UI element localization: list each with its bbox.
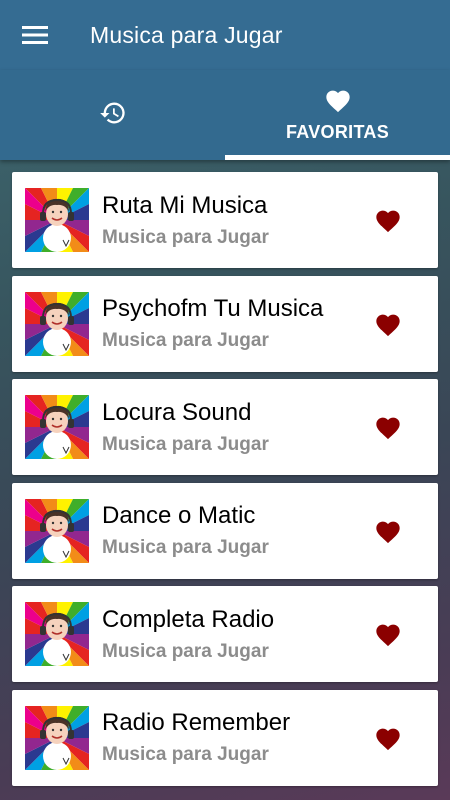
station-card[interactable]: Completa Radio Musica para Jugar: [12, 586, 438, 682]
heart-icon[interactable]: [374, 725, 402, 751]
selected-tab-indicator: [225, 155, 450, 160]
station-card[interactable]: Radio Remember Musica para Jugar: [12, 689, 438, 786]
station-card[interactable]: Dance o Matic Musica para Jugar: [12, 482, 438, 579]
heart-icon[interactable]: [374, 518, 402, 544]
history-icon: [99, 99, 127, 132]
station-logo: [25, 498, 89, 563]
tab-favoritas[interactable]: FAVORITAS: [225, 70, 450, 160]
heart-icon[interactable]: [374, 311, 402, 337]
station-logo: [25, 395, 89, 459]
tab-bar: FAVORITAS: [0, 70, 450, 160]
favorites-list: Ruta Mi Musica Musica para Jugar Psychof…: [12, 172, 438, 793]
heart-icon: [324, 87, 352, 118]
heart-icon[interactable]: [374, 414, 402, 440]
tab-favoritas-label: FAVORITAS: [285, 122, 390, 142]
station-card[interactable]: Psychofm Tu Musica Musica para Jugar: [12, 275, 438, 372]
heart-icon[interactable]: [374, 621, 402, 647]
station-logo: [25, 602, 89, 666]
station-card[interactable]: Locura Sound Musica para Jugar: [12, 379, 438, 475]
station-logo: [25, 705, 89, 770]
tab-history[interactable]: [0, 70, 225, 160]
hamburger-menu-icon[interactable]: [0, 0, 70, 70]
heart-icon[interactable]: [374, 207, 402, 233]
station-logo: [25, 188, 89, 252]
app-bar: Musica para Jugar: [0, 0, 450, 70]
station-card[interactable]: Ruta Mi Musica Musica para Jugar: [12, 172, 438, 268]
station-logo: [25, 291, 89, 356]
app-title: Musica para Jugar: [90, 21, 283, 48]
